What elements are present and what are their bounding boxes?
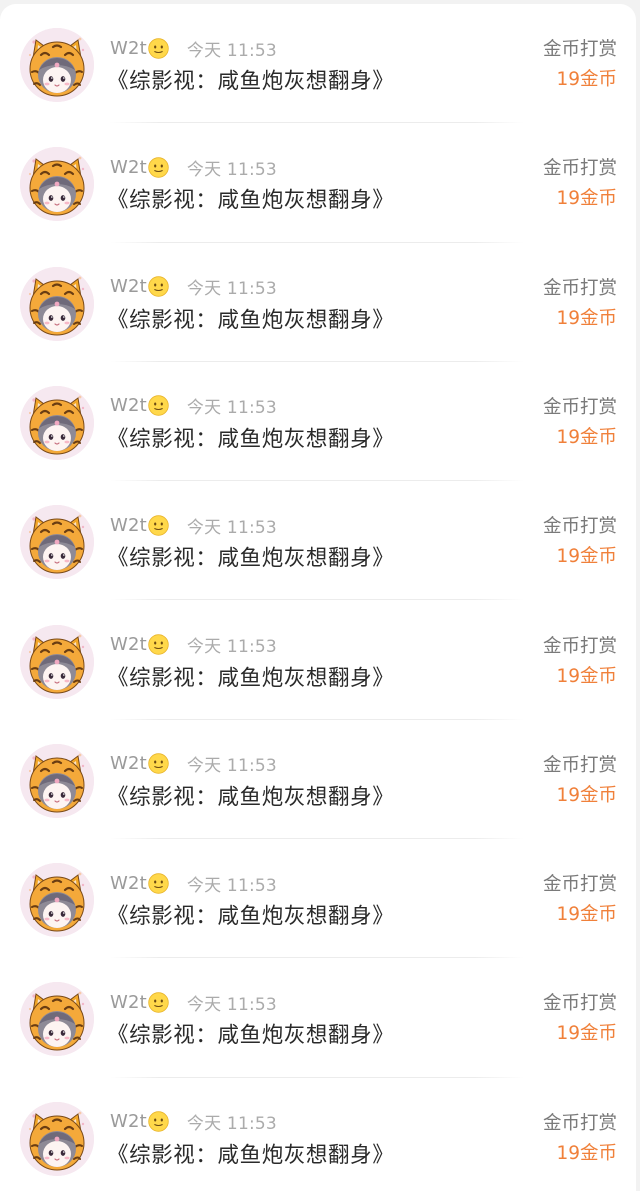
list-item[interactable]: W2t 今天 11:53 《综影视：咸鱼炮灰想翻身》 金币打赏 19金币 <box>0 1078 636 1191</box>
reward-type: 金币打赏 <box>542 754 617 776</box>
sweat-smile-emoji-icon <box>148 992 169 1013</box>
reward-type: 金币打赏 <box>542 516 617 538</box>
book-title[interactable]: 《综影视：咸鱼炮灰想翻身》 <box>107 661 394 692</box>
username[interactable]: W2t <box>110 753 147 774</box>
tiger-hood-avatar-icon[interactable] <box>20 982 94 1057</box>
book-title[interactable]: 《综影视：咸鱼炮灰想翻身》 <box>107 899 394 930</box>
user-row: W2t 今天 11:53 <box>110 989 277 1015</box>
username[interactable]: W2t <box>110 634 147 655</box>
reward-amount: 19金币 <box>556 904 617 926</box>
book-title[interactable]: 《综影视：咸鱼炮灰想翻身》 <box>107 780 394 811</box>
reward-amount: 19金币 <box>556 1023 617 1045</box>
book-title[interactable]: 《综影视：咸鱼炮灰想翻身》 <box>107 64 394 95</box>
reward-amount: 19金币 <box>556 426 617 448</box>
reward-type: 金币打赏 <box>542 277 617 299</box>
username[interactable]: W2t <box>110 515 147 536</box>
tiger-hood-avatar-icon[interactable] <box>20 266 94 341</box>
sweat-smile-emoji-icon <box>148 1111 169 1132</box>
username[interactable]: W2t <box>110 157 147 178</box>
reward-amount: 19金币 <box>556 69 617 90</box>
reward-amount: 19金币 <box>556 188 617 210</box>
username[interactable]: W2t <box>110 1111 147 1132</box>
username[interactable]: W2t <box>110 992 147 1013</box>
tiger-hood-avatar-icon[interactable] <box>20 624 94 699</box>
timestamp: 今天 11:53 <box>186 1114 277 1135</box>
list-item[interactable]: W2t 今天 11:53 《综影视：咸鱼炮灰想翻身》 金币打赏 19金币 <box>0 481 636 601</box>
book-title[interactable]: 《综影视：咸鱼炮灰想翻身》 <box>107 303 394 334</box>
list-item[interactable]: W2t 今天 11:53 《综影视：咸鱼炮灰想翻身》 金币打赏 19金币 <box>0 601 636 720</box>
list-item[interactable]: W2t 今天 11:53 《综影视：咸鱼炮灰想翻身》 金币打赏 19金币 <box>0 720 636 840</box>
list-item[interactable]: W2t 今天 11:53 《综影视：咸鱼炮灰想翻身》 金币打赏 19金币 <box>0 362 636 482</box>
book-title[interactable]: 《综影视：咸鱼炮灰想翻身》 <box>107 541 394 572</box>
book-title[interactable]: 《综影视：咸鱼炮灰想翻身》 <box>107 1138 394 1169</box>
sweat-smile-emoji-icon <box>148 514 169 536</box>
list-item[interactable]: W2t 今天 11:53 《综影视：咸鱼炮灰想翻身》 金币打赏 19金币 <box>0 4 636 124</box>
book-title[interactable]: 《综影视：咸鱼炮灰想翻身》 <box>107 422 394 453</box>
timestamp: 今天 11:53 <box>186 279 277 300</box>
tiger-hood-avatar-icon[interactable] <box>20 28 94 102</box>
reward-amount: 19金币 <box>556 1142 617 1164</box>
reward-amount: 19金币 <box>556 665 617 687</box>
user-row: W2t 今天 11:53 <box>110 274 277 300</box>
sweat-smile-emoji-icon <box>148 395 169 417</box>
book-title[interactable]: 《综影视：咸鱼炮灰想翻身》 <box>107 1018 394 1049</box>
tiger-hood-avatar-icon[interactable] <box>20 385 94 460</box>
reward-type: 金币打赏 <box>542 396 617 418</box>
reward-type: 金币打赏 <box>542 993 617 1015</box>
sweat-smile-emoji-icon <box>148 753 169 774</box>
username[interactable]: W2t <box>110 276 147 297</box>
tiger-hood-avatar-icon[interactable] <box>20 147 94 222</box>
reward-type: 金币打赏 <box>542 1112 617 1134</box>
sweat-smile-emoji-icon <box>148 634 169 655</box>
reward-type: 金币打赏 <box>542 874 617 896</box>
timestamp: 今天 11:53 <box>186 875 277 896</box>
user-row: W2t 今天 11:53 <box>110 512 277 538</box>
reward-type: 金币打赏 <box>542 158 617 180</box>
user-row: W2t 今天 11:53 <box>110 154 277 180</box>
timestamp: 今天 11:53 <box>186 40 277 61</box>
user-row: W2t 今天 11:53 <box>110 870 277 896</box>
user-row: W2t 今天 11:53 <box>110 35 277 61</box>
tiger-hood-avatar-icon[interactable] <box>20 1101 94 1176</box>
user-row: W2t 今天 11:53 <box>110 393 277 419</box>
reward-amount: 19金币 <box>556 784 617 806</box>
timestamp: 今天 11:53 <box>186 994 277 1015</box>
timestamp: 今天 11:53 <box>186 756 277 777</box>
timestamp: 今天 11:53 <box>186 398 277 419</box>
username[interactable]: W2t <box>110 395 147 416</box>
sweat-smile-emoji-icon <box>148 37 169 59</box>
list-item[interactable]: W2t 今天 11:53 《综影视：咸鱼炮灰想翻身》 金币打赏 19金币 <box>0 123 636 243</box>
tiger-hood-avatar-icon[interactable] <box>20 743 94 818</box>
timestamp: 今天 11:53 <box>186 159 277 180</box>
sweat-smile-emoji-icon <box>148 157 169 178</box>
tiger-hood-avatar-icon[interactable] <box>20 505 94 580</box>
sweat-smile-emoji-icon <box>148 276 169 297</box>
user-row: W2t 今天 11:53 <box>110 1109 277 1135</box>
sweat-smile-emoji-icon <box>148 872 169 894</box>
list-item[interactable]: W2t 今天 11:53 《综影视：咸鱼炮灰想翻身》 金币打赏 19金币 <box>0 958 636 1078</box>
timestamp: 今天 11:53 <box>186 517 277 538</box>
reward-amount: 19金币 <box>556 307 617 329</box>
username[interactable]: W2t <box>110 873 147 894</box>
user-row: W2t 今天 11:53 <box>110 632 277 658</box>
user-row: W2t 今天 11:53 <box>110 751 277 777</box>
reward-type: 金币打赏 <box>542 39 617 60</box>
reward-type: 金币打赏 <box>542 635 617 657</box>
reward-records-page: W2t 今天 11:53 《综影视：咸鱼炮灰想翻身》 金币打赏 19金币 W2t… <box>0 0 640 1191</box>
list-item[interactable]: W2t 今天 11:53 《综影视：咸鱼炮灰想翻身》 金币打赏 19金币 <box>0 243 636 362</box>
reward-amount: 19金币 <box>556 546 617 568</box>
reward-list: W2t 今天 11:53 《综影视：咸鱼炮灰想翻身》 金币打赏 19金币 W2t… <box>0 4 636 1191</box>
tiger-hood-avatar-icon[interactable] <box>20 863 94 938</box>
username[interactable]: W2t <box>110 38 147 59</box>
book-title[interactable]: 《综影视：咸鱼炮灰想翻身》 <box>107 183 394 214</box>
list-item[interactable]: W2t 今天 11:53 《综影视：咸鱼炮灰想翻身》 金币打赏 19金币 <box>0 839 636 959</box>
timestamp: 今天 11:53 <box>186 637 277 657</box>
